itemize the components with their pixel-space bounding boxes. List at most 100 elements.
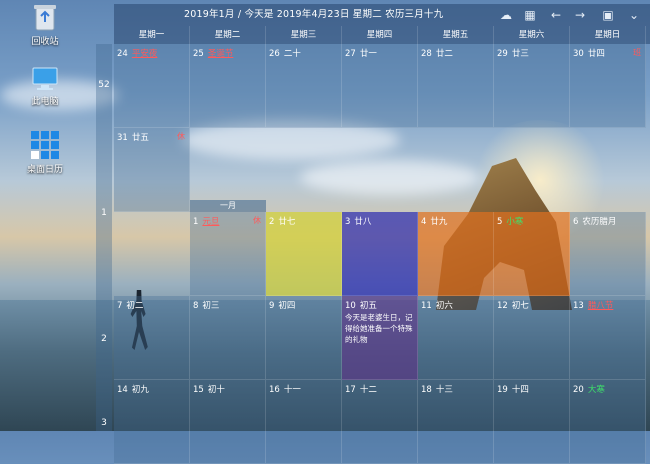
lunar-label: 廿二 <box>435 49 453 59</box>
day-cell[interactable]: 26 二十 <box>266 44 342 128</box>
day-number: 1 元旦 <box>193 217 220 227</box>
lunar-label: 廿一 <box>359 49 377 59</box>
day-number: 10 初五 <box>345 301 377 311</box>
lunar-label: 初六 <box>435 301 453 311</box>
day-number: 17 十二 <box>345 385 377 395</box>
day-cell[interactable]: 6 农历腊月 <box>570 212 646 296</box>
lunar-label: 二十 <box>283 49 301 59</box>
day-number: 19 十四 <box>497 385 529 395</box>
recycle-bin-icon <box>34 5 56 31</box>
lunar-label: 初三 <box>202 301 220 311</box>
day-number: 7 初二 <box>117 301 144 311</box>
calendar-icon[interactable]: ▦ <box>522 8 538 22</box>
lunar-label: 农历腊月 <box>582 217 617 227</box>
weekday-label: 星期三 <box>266 26 342 44</box>
day-cell[interactable]: 4 廿九 <box>418 212 494 296</box>
arrow-left-icon[interactable]: ← <box>548 8 564 22</box>
weekday-label: 星期五 <box>418 26 494 44</box>
day-number: 26 二十 <box>269 49 301 59</box>
month-label: 一月 <box>190 200 266 212</box>
day-cell[interactable]: 30 廿四 班 <box>570 44 646 128</box>
day-number: 27 廿一 <box>345 49 377 59</box>
day-number: 30 廿四 <box>573 49 605 59</box>
weekday-header: 星期一 星期二 星期三 星期四 星期五 星期六 星期日 <box>114 26 650 44</box>
arrow-right-icon[interactable]: → <box>572 8 588 22</box>
day-cell[interactable]: 29 廿三 <box>494 44 570 128</box>
day-cell[interactable]: 1 元旦 休 <box>190 212 266 296</box>
day-number: 8 初三 <box>193 301 220 311</box>
lunar-label: 廿四 <box>587 49 605 59</box>
lunar-label: 初二 <box>126 301 144 311</box>
lunar-label: 十一 <box>283 385 301 395</box>
day-number: 4 廿九 <box>421 217 448 227</box>
chevron-down-icon[interactable]: ⌄ <box>626 8 642 22</box>
lunar-label: 廿九 <box>430 217 448 227</box>
lunar-label: 圣诞节 <box>207 49 234 59</box>
day-number: 11 初六 <box>421 301 453 311</box>
lunar-label: 十二 <box>359 385 377 395</box>
cloud-icon[interactable]: ☁ <box>498 8 514 22</box>
day-number: 6 农历腊月 <box>573 217 617 227</box>
day-cell[interactable]: 27 廿一 <box>342 44 418 128</box>
day-cell[interactable]: 9 初四 <box>266 296 342 380</box>
lunar-label: 廿八 <box>354 217 372 227</box>
holiday-badge: 班 <box>633 48 641 57</box>
day-number: 9 初四 <box>269 301 296 311</box>
day-cell[interactable]: 31 廿五 休 <box>114 128 190 212</box>
day-cell[interactable]: 25 圣诞节 <box>190 44 266 128</box>
desktop-icon-recycle-bin[interactable]: 回收站 <box>18 2 72 47</box>
lunar-label: 十三 <box>435 385 453 395</box>
day-number: 24 平安夜 <box>117 49 158 59</box>
day-number: 3 廿八 <box>345 217 372 227</box>
week-number-column: 52 1 2 3 <box>96 44 112 431</box>
lunar-label: 平安夜 <box>131 49 158 59</box>
day-cell[interactable]: 20 大寒 <box>570 380 646 464</box>
lunar-label: 廿三 <box>511 49 529 59</box>
day-number: 15 初十 <box>193 385 225 395</box>
day-cell[interactable]: 10 初五 今天是老婆生日，记得给她准备一个特殊的礼物 <box>342 296 418 380</box>
week-number: 52 <box>98 80 110 90</box>
lunar-label: 初十 <box>207 385 225 395</box>
day-number: 14 初九 <box>117 385 149 395</box>
holiday-badge: 休 <box>253 216 261 225</box>
lunar-label: 廿五 <box>131 133 149 143</box>
day-number: 18 十三 <box>421 385 453 395</box>
day-cell[interactable]: 15 初十 <box>190 380 266 464</box>
day-cell[interactable]: 14 初九 <box>114 380 190 464</box>
day-cell[interactable]: 16 十一 <box>266 380 342 464</box>
lunar-label: 初五 <box>359 301 377 311</box>
day-cell[interactable]: 24 平安夜 <box>114 44 190 128</box>
computer-icon <box>32 67 58 90</box>
week-number: 1 <box>101 208 107 218</box>
weekday-label: 星期日 <box>570 26 646 44</box>
day-number: 12 初七 <box>497 301 529 311</box>
calendar-title: 2019年1月 / 今天是 2019年4月23日 星期二 农历三月十九 <box>184 9 444 20</box>
day-cell[interactable]: 2 廿七 <box>266 212 342 296</box>
day-cell[interactable]: 12 初七 <box>494 296 570 380</box>
day-number: 16 十一 <box>269 385 301 395</box>
day-cell[interactable]: 3 廿八 <box>342 212 418 296</box>
day-number: 25 圣诞节 <box>193 49 234 59</box>
day-cell[interactable]: 19 十四 <box>494 380 570 464</box>
day-cell[interactable]: 8 初三 <box>190 296 266 380</box>
lunar-label: 小寒 <box>506 217 524 227</box>
day-cell[interactable]: 28 廿二 <box>418 44 494 128</box>
day-number: 31 廿五 <box>117 133 149 143</box>
day-number: 29 廿三 <box>497 49 529 59</box>
day-number: 13 腊八节 <box>573 301 614 311</box>
lunar-label: 大寒 <box>587 385 605 395</box>
day-cell[interactable]: 13 腊八节 <box>570 296 646 380</box>
week-number: 2 <box>101 334 107 344</box>
display-icon[interactable]: ▣ <box>600 8 616 22</box>
day-cell[interactable]: 18 十三 <box>418 380 494 464</box>
day-cell[interactable]: 5 小寒 <box>494 212 570 296</box>
desktop-icon-this-pc[interactable]: 此电脑 <box>18 66 72 107</box>
weekday-label: 星期六 <box>494 26 570 44</box>
day-cell[interactable]: 11 初六 <box>418 296 494 380</box>
day-cell[interactable]: 7 初二 <box>114 296 190 380</box>
lunar-label: 初四 <box>278 301 296 311</box>
lunar-label: 廿七 <box>278 217 296 227</box>
desktop-icon-desktop-calendar[interactable]: 桌面日历 <box>18 130 72 175</box>
day-cell[interactable]: 17 十二 <box>342 380 418 464</box>
event-note[interactable]: 今天是老婆生日，记得给她准备一个特殊的礼物 <box>345 312 415 345</box>
